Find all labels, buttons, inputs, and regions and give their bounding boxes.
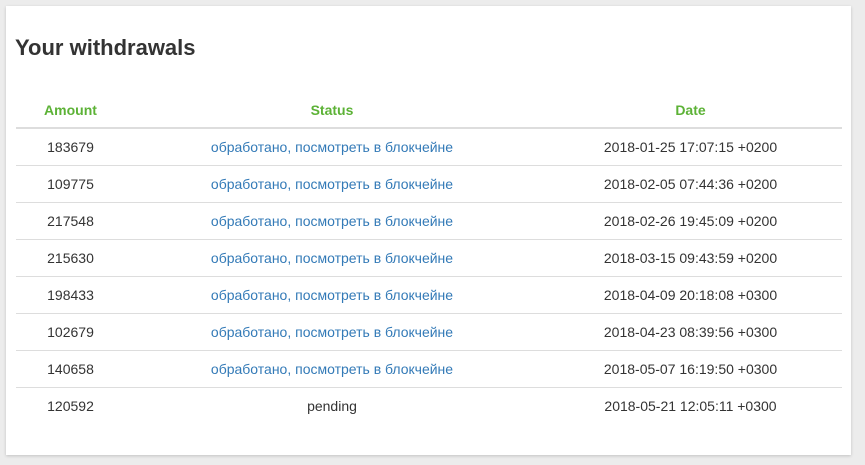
blockchain-link[interactable]: обработано, посмотреть в блокчейне — [211, 250, 453, 266]
amount-cell: 102679 — [16, 313, 125, 351]
table-row: 120592 pending 2018-05-21 12:05:11 +0300 — [16, 388, 842, 425]
table-row: 198433 обработано, посмотреть в блокчейне… — [16, 276, 842, 314]
date-cell: 2018-05-07 16:19:50 +0300 — [539, 350, 842, 388]
column-header-amount: Amount — [16, 92, 125, 129]
amount-cell: 215630 — [16, 239, 125, 277]
amount-cell: 120592 — [47, 398, 94, 414]
amount-cell: 183679 — [16, 128, 125, 166]
date-cell: 2018-02-05 07:44:36 +0200 — [539, 165, 842, 203]
withdrawals-table: Amount Status Date 183679 обработано, пос… — [16, 92, 842, 424]
blockchain-link[interactable]: обработано, посмотреть в блокчейне — [211, 176, 453, 192]
table-row: 215630 обработано, посмотреть в блокчейне… — [16, 239, 842, 277]
table-body: 183679 обработано, посмотреть в блокчейне… — [16, 128, 842, 424]
amount-cell: 217548 — [16, 202, 125, 240]
blockchain-link[interactable]: обработано, посмотреть в блокчейне — [211, 361, 453, 377]
table-header: Amount Status Date — [16, 92, 842, 129]
amount-cell: 198433 — [16, 276, 125, 314]
date-cell: 2018-03-15 09:43:59 +0200 — [539, 239, 842, 277]
date-cell: 2018-04-23 08:39:56 +0300 — [539, 313, 842, 351]
status-cell: обработано, посмотреть в блокчейне — [125, 350, 539, 388]
date-cell: 2018-01-25 17:07:15 +0200 — [539, 128, 842, 166]
amount-cell: 109775 — [16, 165, 125, 203]
status-cell: обработано, посмотреть в блокчейне — [125, 313, 539, 351]
blockchain-link[interactable]: обработано, посмотреть в блокчейне — [211, 139, 453, 155]
blockchain-link[interactable]: обработано, посмотреть в блокчейне — [211, 287, 453, 303]
status-cell: обработано, посмотреть в блокчейне — [125, 165, 539, 203]
date-cell: 2018-02-26 19:45:09 +0200 — [539, 202, 842, 240]
header-row: Amount Status Date — [16, 92, 842, 129]
table-row: 102679 обработано, посмотреть в блокчейне… — [16, 313, 842, 351]
column-header-status: Status — [125, 92, 539, 129]
status-cell: обработано, посмотреть в блокчейне — [125, 128, 539, 166]
page-title: Your withdrawals — [15, 35, 196, 60]
date-cell: 2018-05-21 12:05:11 +0300 — [604, 398, 777, 414]
table-row: 183679 обработано, посмотреть в блокчейне… — [16, 128, 842, 166]
blockchain-link[interactable]: обработано, посмотреть в блокчейне — [211, 213, 453, 229]
blockchain-link[interactable]: обработано, посмотреть в блокчейне — [211, 324, 453, 340]
withdrawals-panel: Your withdrawals Amount Status Date 1836… — [6, 6, 851, 455]
status-cell: pending — [125, 388, 539, 425]
column-header-date: Date — [539, 92, 842, 129]
amount-cell: 140658 — [16, 350, 125, 388]
table-row: 217548 обработано, посмотреть в блокчейне… — [16, 202, 842, 240]
status-cell: обработано, посмотреть в блокчейне — [125, 276, 539, 314]
status-cell: обработано, посмотреть в блокчейне — [125, 202, 539, 240]
date-cell: 2018-04-09 20:18:08 +0300 — [539, 276, 842, 314]
status-text: pending — [307, 398, 357, 414]
status-cell: обработано, посмотреть в блокчейне — [125, 239, 539, 277]
table-row: 109775 обработано, посмотреть в блокчейне… — [16, 165, 842, 203]
table-row: 140658 обработано, посмотреть в блокчейне… — [16, 350, 842, 388]
